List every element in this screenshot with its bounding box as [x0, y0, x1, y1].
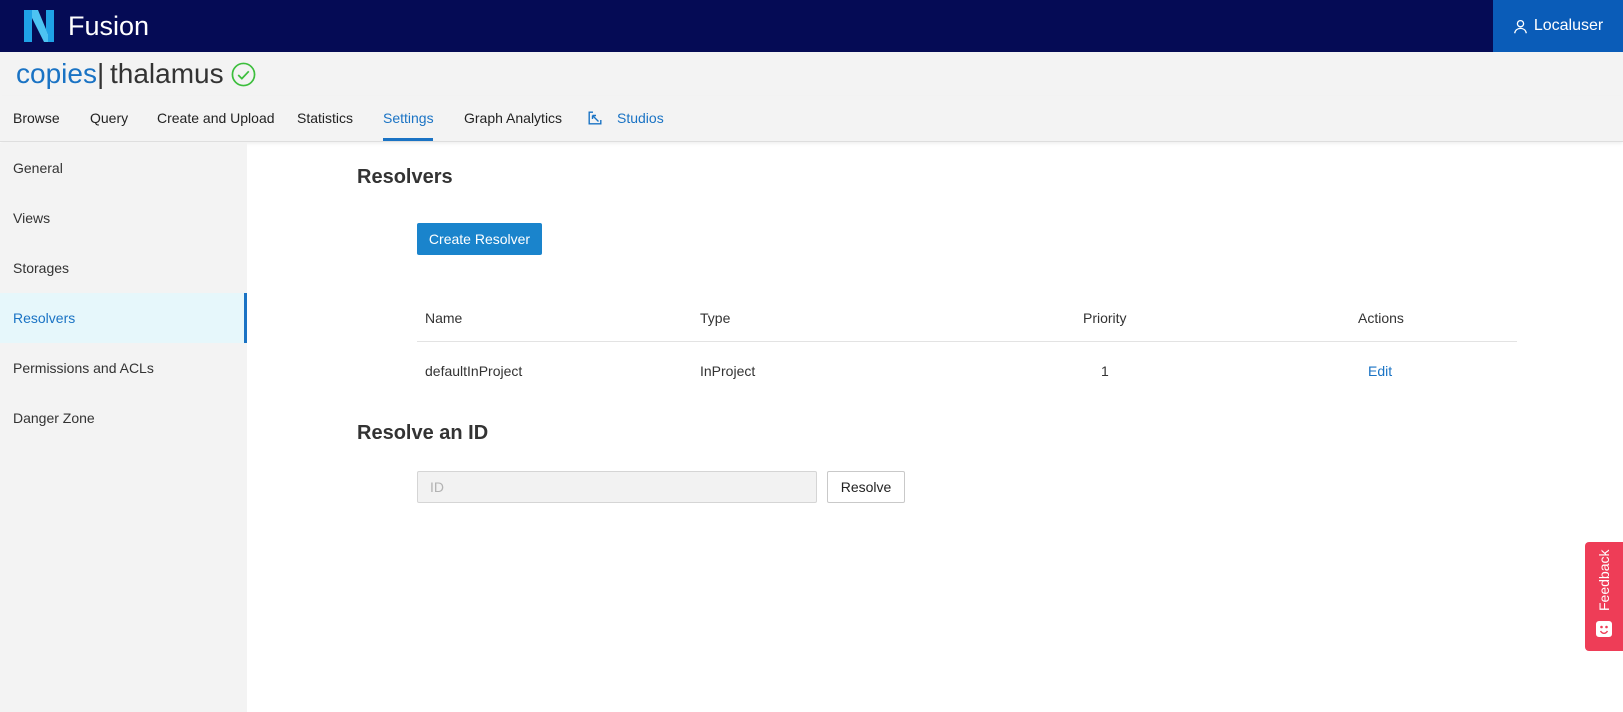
check-circle-icon: [231, 62, 256, 87]
tab-settings[interactable]: Settings: [383, 110, 434, 126]
project-tabs: Browse Query Create and Upload Statistic…: [0, 96, 1623, 142]
sidebar-item-permissions[interactable]: Permissions and ACLs: [0, 343, 247, 393]
resolve-button[interactable]: Resolve: [827, 471, 905, 503]
resolver-priority: 1: [1101, 363, 1109, 379]
user-menu-button[interactable]: Localuser: [1493, 0, 1623, 52]
create-resolver-button[interactable]: Create Resolver: [417, 223, 542, 255]
tab-query[interactable]: Query: [90, 110, 128, 126]
resolver-type: InProject: [700, 363, 756, 379]
settings-sidebar: General Views Storages Resolvers Permiss…: [0, 143, 247, 712]
nexus-logo-icon[interactable]: [24, 10, 54, 42]
smile-icon: [1596, 621, 1612, 637]
id-input[interactable]: [417, 471, 817, 503]
resolvers-heading: Resolvers: [357, 166, 453, 188]
feedback-label: Feedback: [1596, 549, 1612, 611]
feedback-button[interactable]: Feedback: [1585, 542, 1623, 651]
tab-studios[interactable]: Studios: [617, 110, 664, 126]
resolver-name: defaultInProject: [425, 363, 523, 379]
sidebar-item-danger-zone[interactable]: Danger Zone: [0, 393, 247, 443]
column-header-type: Type: [700, 310, 731, 326]
sidebar-item-general[interactable]: General: [0, 143, 247, 193]
sidebar-item-resolvers[interactable]: Resolvers: [0, 293, 247, 343]
edit-resolver-link[interactable]: Edit: [1368, 363, 1392, 379]
resolve-id-heading: Resolve an ID: [357, 422, 489, 444]
top-bar: Fusion Localuser: [0, 0, 1623, 52]
user-icon: [1513, 19, 1527, 33]
column-header-priority: Priority: [1083, 310, 1127, 326]
project-header: copies | thalamus: [0, 52, 1623, 96]
tab-graph-analytics[interactable]: Graph Analytics: [464, 110, 562, 126]
tab-statistics[interactable]: Statistics: [297, 110, 353, 126]
project-separator: |: [97, 58, 105, 89]
tab-create-and-upload[interactable]: Create and Upload: [157, 110, 275, 126]
org-link[interactable]: copies: [16, 57, 97, 91]
column-header-actions: Actions: [1358, 310, 1404, 326]
studio-link-icon[interactable]: [588, 111, 602, 125]
column-header-name: Name: [425, 310, 463, 326]
active-tab-indicator: [383, 138, 433, 141]
project-name: thalamus: [110, 58, 224, 89]
sidebar-item-storages[interactable]: Storages: [0, 243, 247, 293]
table-header-divider: [417, 341, 1517, 342]
sidebar-item-views[interactable]: Views: [0, 193, 247, 243]
app-title: Fusion: [68, 11, 150, 41]
user-label: Localuser: [1533, 17, 1604, 34]
tab-browse[interactable]: Browse: [13, 110, 60, 126]
